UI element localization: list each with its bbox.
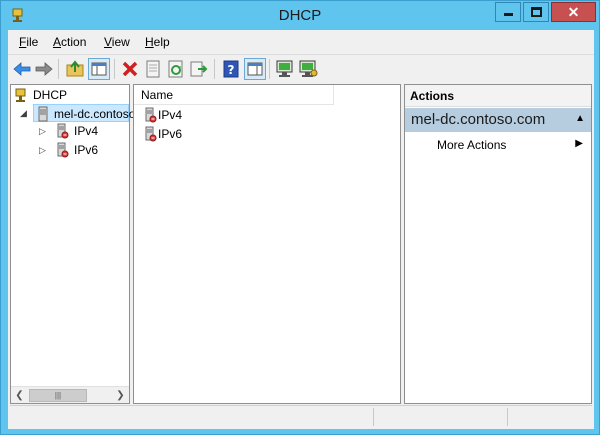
collapse-section-icon[interactable]: ▲ <box>575 113 585 124</box>
tree-item-label: DHCP <box>33 88 68 102</box>
show-hide-action-pane-button[interactable] <box>244 58 266 80</box>
forward-button[interactable] <box>33 58 55 80</box>
actions-header: Actions <box>405 85 591 107</box>
show-hide-action-pane-icon <box>247 62 263 76</box>
menu-view-rest: iew <box>111 35 130 49</box>
server-icon <box>38 106 48 122</box>
close-button[interactable]: ✕ <box>551 2 596 22</box>
expand-arrow-icon[interactable]: ▷ <box>39 144 46 156</box>
actions-header-label: Actions <box>410 89 455 103</box>
submenu-arrow-icon: ▶ <box>575 138 583 149</box>
help-button[interactable]: ? <box>220 58 242 80</box>
status-separator <box>507 408 508 426</box>
ip-scope-icon <box>145 107 157 123</box>
horizontal-scrollbar[interactable]: ❮ ||| ❯ <box>11 386 129 403</box>
expand-arrow-icon[interactable]: ▷ <box>39 125 46 137</box>
minimize-icon <box>504 13 513 16</box>
ip-scope-icon <box>57 123 69 139</box>
refresh-icon <box>168 60 183 78</box>
tree-item-dhcp[interactable]: DHCP <box>13 86 123 104</box>
up-folder-button[interactable] <box>64 58 86 80</box>
maximize-icon <box>531 7 542 17</box>
back-button[interactable] <box>11 58 33 80</box>
tree-item-ipv6[interactable]: IPv6 <box>54 141 124 159</box>
dhcp-icon <box>15 88 26 102</box>
scroll-left-icon[interactable]: ❮ <box>11 388 28 403</box>
svg-text:?: ? <box>228 63 235 77</box>
show-hide-console-tree-icon <box>91 62 107 76</box>
column-header-name[interactable]: Name <box>134 85 334 105</box>
forward-icon <box>35 62 53 76</box>
mmc-window: DHCP ✕ File Action View Help ? DHCP ◢ me… <box>0 0 600 435</box>
properties-icon <box>146 60 160 78</box>
menu-bar: File Action View Help <box>8 30 594 54</box>
more-actions-item[interactable]: More Actions ▶ <box>405 134 591 156</box>
toolbar-separator <box>214 59 215 79</box>
console-tree-pane[interactable]: DHCP ◢ mel-dc.contoso ▷ IPv4 ▷ IPv6 ❮ ||… <box>10 84 135 404</box>
refresh-button[interactable] <box>165 58 187 80</box>
authorize-server-button[interactable] <box>274 58 296 80</box>
ip-scope-icon <box>145 126 157 142</box>
tree-item-label: IPv4 <box>74 124 99 138</box>
authorize-server-icon <box>276 60 293 77</box>
show-hide-console-tree-button[interactable] <box>88 58 110 80</box>
close-icon: ✕ <box>567 4 580 20</box>
ip-scope-icon <box>57 142 69 158</box>
menu-view[interactable]: View <box>104 35 130 49</box>
delete-button[interactable] <box>119 58 141 80</box>
collapse-arrow-icon[interactable]: ◢ <box>20 107 27 119</box>
menu-view-accel: V <box>104 35 112 49</box>
actions-section-server[interactable]: mel-dc.contoso.com ▲ <box>405 108 591 132</box>
minimize-button[interactable] <box>495 2 521 22</box>
export-list-icon <box>190 61 208 77</box>
list-item-label: IPv4 <box>158 108 183 122</box>
toolbar-separator <box>269 59 270 79</box>
toolbar-separator <box>114 59 115 79</box>
maximize-button[interactable] <box>523 2 549 22</box>
actions-pane: Actions mel-dc.contoso.com ▲ More Action… <box>404 84 592 404</box>
actions-section-label: mel-dc.contoso.com <box>411 111 546 128</box>
tree-item-server[interactable]: mel-dc.contoso <box>33 104 135 122</box>
back-icon <box>13 62 31 76</box>
menu-file[interactable]: File <box>19 35 38 49</box>
menu-help-rest: elp <box>153 35 170 49</box>
up-folder-icon <box>66 60 84 77</box>
scroll-thumb[interactable]: ||| <box>29 389 87 402</box>
help-icon: ? <box>223 60 239 78</box>
status-separator <box>373 408 374 426</box>
status-bar <box>10 405 592 427</box>
menu-action-accel: A <box>53 35 62 49</box>
title-bar[interactable]: DHCP ✕ <box>1 1 599 29</box>
scroll-right-icon[interactable]: ❯ <box>112 388 129 403</box>
menu-help-accel: H <box>145 35 154 49</box>
menu-help[interactable]: Help <box>145 35 170 49</box>
client-area: File Action View Help ? DHCP ◢ mel-dc.co… <box>8 30 594 429</box>
menu-action[interactable]: Action <box>53 35 86 49</box>
tree-item-ipv4[interactable]: IPv4 <box>54 122 124 140</box>
properties-button[interactable] <box>142 58 164 80</box>
action-item-label: More Actions <box>437 138 507 152</box>
list-item-label: IPv6 <box>158 127 183 141</box>
toolbar: ? <box>8 54 594 82</box>
manage-authorized-servers-icon <box>299 60 318 77</box>
manage-authorized-servers-button[interactable] <box>297 58 319 80</box>
delete-icon <box>122 61 138 77</box>
menu-file-rest: ile <box>26 35 39 49</box>
export-list-button[interactable] <box>188 58 210 80</box>
toolbar-separator <box>58 59 59 79</box>
tree-item-label: mel-dc.contoso <box>54 107 136 121</box>
column-header-label: Name <box>141 88 174 102</box>
tree-item-label: IPv6 <box>74 143 99 157</box>
results-pane[interactable]: Name IPv4 IPv6 <box>133 84 401 404</box>
menu-action-rest: ction <box>61 35 87 49</box>
